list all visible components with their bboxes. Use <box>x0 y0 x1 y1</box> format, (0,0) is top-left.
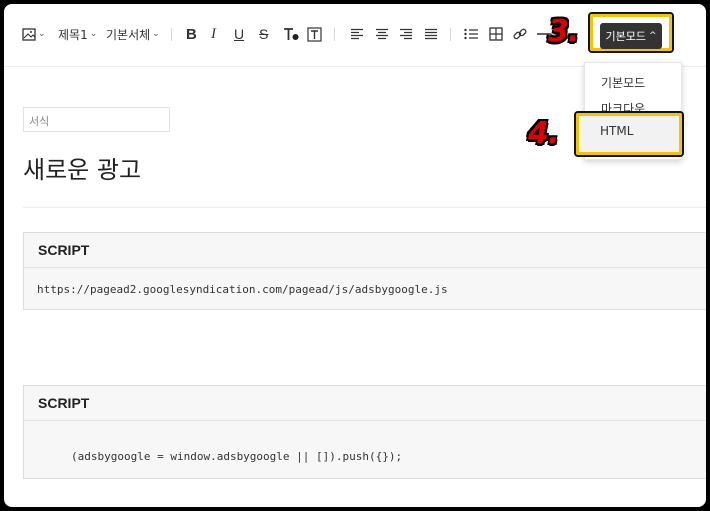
script-block[interactable]: SCRIPT (adsbygoogle = window.adsbygoogle… <box>23 385 706 479</box>
script-block-label: SCRIPT <box>24 233 706 268</box>
table-icon <box>489 27 503 41</box>
script-block-label: SCRIPT <box>24 386 706 421</box>
bold-button[interactable]: B <box>186 24 197 44</box>
heading-select[interactable]: 제목1 ⌄ <box>58 24 97 44</box>
align-center-icon <box>376 28 388 40</box>
editor-window: ⌄ 제목1 ⌄ 기본서체 ⌄ B I U S 3. 기본모드 ^ 기본모드 마크… <box>4 4 706 507</box>
insert-table-button[interactable] <box>489 24 503 44</box>
insert-image-button[interactable]: ⌄ <box>22 24 46 44</box>
bullet-list-icon <box>464 28 478 40</box>
align-left-button[interactable] <box>350 24 364 44</box>
underline-button[interactable]: U <box>234 24 244 44</box>
format-input[interactable]: 서식 <box>23 107 170 132</box>
title-divider <box>23 207 706 208</box>
align-center-button[interactable] <box>375 24 389 44</box>
toolbar-divider <box>171 28 172 41</box>
text-background-icon <box>307 26 322 42</box>
strikethrough-button[interactable]: S <box>259 24 268 44</box>
toolbar-divider <box>334 28 335 41</box>
strikethrough-icon: S <box>259 26 269 42</box>
chevron-down-icon: ⌄ <box>38 29 46 39</box>
italic-button[interactable]: I <box>211 24 216 44</box>
text-color-icon <box>284 28 299 40</box>
step-3-annotation: 3. <box>548 14 579 49</box>
align-right-icon <box>400 28 412 40</box>
script-code[interactable]: (adsbygoogle = window.adsbygoogle || [])… <box>71 450 402 463</box>
italic-icon: I <box>211 25 216 42</box>
heading-select-label: 제목1 <box>58 27 88 42</box>
text-background-button[interactable] <box>307 24 322 44</box>
font-select-label: 기본서체 <box>106 27 151 42</box>
font-select[interactable]: 기본서체 ⌄ <box>106 24 160 44</box>
bullet-list-button[interactable] <box>464 24 479 44</box>
editor-mode-label: 기본모드 <box>605 30 646 43</box>
chevron-up-icon: ^ <box>648 31 657 41</box>
align-justify-button[interactable] <box>424 24 438 44</box>
align-right-button[interactable] <box>399 24 413 44</box>
html-option-highlight <box>576 113 682 155</box>
align-justify-icon <box>425 28 437 40</box>
align-left-icon <box>351 28 363 40</box>
chevron-down-icon: ⌄ <box>89 29 98 39</box>
text-color-button[interactable] <box>283 24 299 44</box>
image-icon <box>22 27 36 41</box>
script-block[interactable]: SCRIPT https://pagead2.googlesyndication… <box>23 232 706 310</box>
chevron-down-icon: ⌄ <box>152 29 160 39</box>
underline-icon: U <box>234 26 245 42</box>
post-title[interactable]: 새로운 광고 <box>23 150 141 185</box>
insert-link-button[interactable] <box>513 24 527 44</box>
script-code[interactable]: https://pagead2.googlesyndication.com/pa… <box>37 283 448 296</box>
bold-icon: B <box>186 25 197 43</box>
toolbar-divider <box>450 28 451 41</box>
step-4-annotation: 4. <box>528 116 559 151</box>
editor-mode-button[interactable]: 기본모드 ^ <box>600 23 662 49</box>
link-icon <box>513 28 527 40</box>
mode-option-basic[interactable]: 기본모드 <box>601 74 645 91</box>
